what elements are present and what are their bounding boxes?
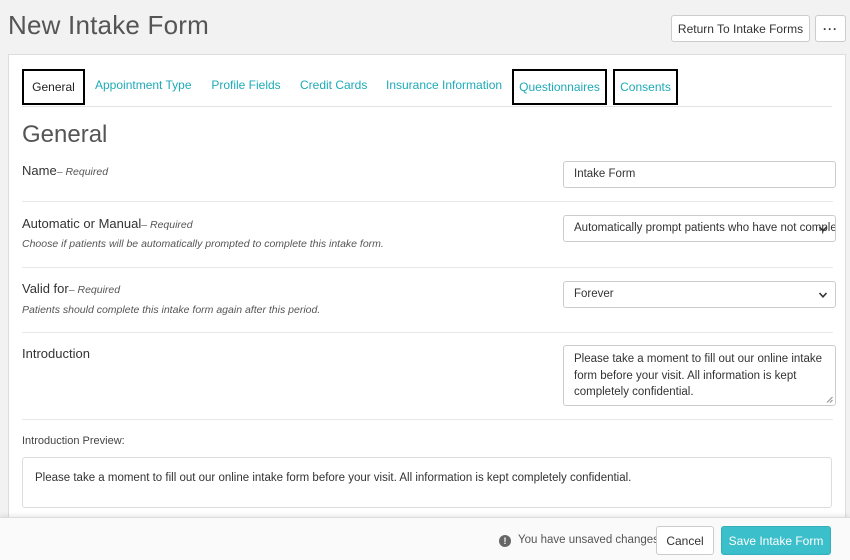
tab-bar: General Appointment Type Profile Fields …	[22, 69, 832, 107]
section-title: General	[22, 121, 108, 148]
introduction-textarea[interactable]: Please take a moment to fill out our onl…	[563, 345, 836, 406]
unsaved-changes-notice: ! You have unsaved changes	[499, 534, 659, 547]
automatic-manual-label: Automatic or Manual– Required	[22, 216, 193, 231]
chevron-down-icon	[818, 292, 828, 298]
info-icon: !	[499, 535, 511, 547]
valid-for-value: Forever	[574, 288, 614, 300]
resize-grip-icon[interactable]	[826, 396, 833, 403]
introduction-value: Please take a moment to fill out our onl…	[574, 353, 823, 398]
introduction-preview: Please take a moment to fill out our onl…	[22, 457, 832, 508]
tab-credit-cards[interactable]: Credit Cards	[300, 69, 367, 105]
tab-profile-fields[interactable]: Profile Fields	[211, 69, 281, 105]
unsaved-changes-text: You have unsaved changes	[518, 534, 659, 546]
automatic-manual-select[interactable]: Automatically prompt patients who have n…	[563, 215, 836, 242]
tab-insurance-information[interactable]: Insurance Information	[386, 69, 502, 105]
name-input[interactable]: Intake Form	[563, 161, 836, 188]
automatic-manual-row: Automatic or Manual– Required Choose if …	[22, 202, 836, 268]
valid-for-select[interactable]: Forever	[563, 281, 836, 308]
required-indicator: – Required	[68, 284, 121, 296]
return-to-intake-forms-button[interactable]: Return To Intake Forms	[671, 15, 810, 42]
tab-general[interactable]: General	[22, 69, 85, 105]
tab-questionnaires[interactable]: Questionnaires	[512, 69, 607, 105]
automatic-manual-label-text: Automatic or Manual	[22, 216, 142, 231]
tab-consents[interactable]: Consents	[613, 69, 678, 105]
form-card: General Appointment Type Profile Fields …	[8, 54, 846, 524]
required-indicator: – Required	[56, 166, 109, 178]
valid-for-help: Patients should complete this intake for…	[22, 304, 321, 316]
name-label-text: Name	[22, 163, 57, 178]
more-options-button[interactable]: ···	[815, 15, 846, 42]
chevron-down-icon	[818, 226, 828, 232]
introduction-preview-label: Introduction Preview:	[22, 435, 125, 447]
valid-for-label: Valid for– Required	[22, 281, 120, 296]
introduction-row: Introduction Please take a moment to fil…	[22, 333, 836, 420]
footer-bar: ! You have unsaved changes Cancel Save In…	[0, 517, 850, 560]
name-row: Name– Required Intake Form	[22, 155, 836, 202]
automatic-manual-help: Choose if patients will be automatically…	[22, 238, 384, 250]
introduction-label: Introduction	[22, 346, 90, 361]
name-label: Name– Required	[22, 163, 108, 178]
valid-for-label-text: Valid for	[22, 281, 69, 296]
page-title: New Intake Form	[8, 10, 209, 40]
automatic-manual-value: Automatically prompt patients who have n…	[574, 222, 836, 234]
required-indicator: – Required	[141, 219, 193, 231]
valid-for-row: Valid for– Required Patients should comp…	[22, 268, 836, 333]
cancel-button[interactable]: Cancel	[656, 526, 714, 555]
tab-appointment-type[interactable]: Appointment Type	[95, 69, 192, 105]
save-intake-form-button[interactable]: Save Intake Form	[721, 526, 831, 555]
